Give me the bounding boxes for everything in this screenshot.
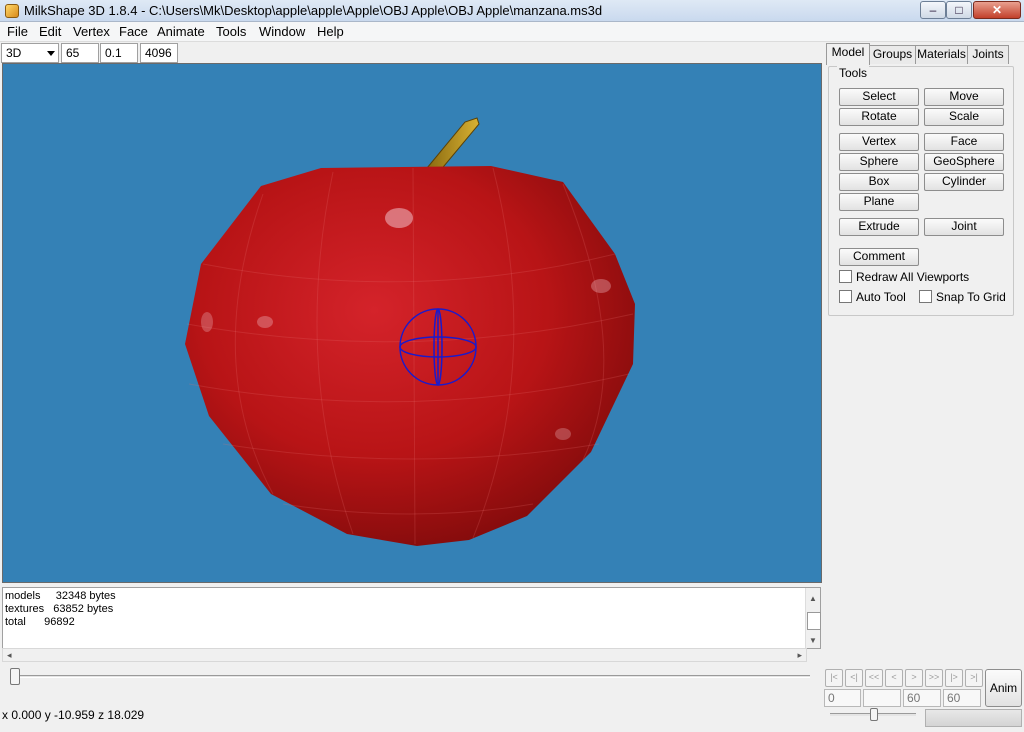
title-bar: MilkShape 3D 1.8.4 - C:\Users\Mk\Desktop…	[0, 0, 1024, 22]
scale-button[interactable]: Scale	[924, 108, 1004, 126]
menu-face[interactable]: Face	[119, 24, 148, 39]
chevron-down-icon	[47, 51, 55, 56]
scroll-right-icon[interactable]: ▸	[797, 650, 802, 661]
close-button[interactable]: ✕	[973, 1, 1021, 19]
timeline-thumb[interactable]	[10, 668, 20, 685]
box-button[interactable]: Box	[839, 173, 919, 191]
highlight-spot	[385, 208, 413, 228]
geosphere-button[interactable]: GeoSphere	[924, 153, 1004, 171]
cylinder-button[interactable]: Cylinder	[924, 173, 1004, 191]
prev-key-button[interactable]: <|	[845, 669, 863, 687]
checkbox-label: Auto Tool	[856, 290, 906, 304]
auto-tool-checkbox[interactable]: Auto Tool	[839, 290, 906, 304]
tab-model[interactable]: Model	[826, 43, 870, 65]
highlight-spot	[201, 312, 213, 332]
menu-edit[interactable]: Edit	[39, 24, 61, 39]
scroll-left-icon[interactable]: ◂	[7, 650, 12, 661]
checkbox-box[interactable]	[839, 290, 852, 303]
log-line: models 32348 bytes	[5, 590, 116, 602]
start-frame-field[interactable]: 0	[824, 689, 861, 707]
app-icon	[5, 4, 19, 18]
menu-bar: File Edit Vertex Face Animate Tools Wind…	[0, 22, 1024, 42]
log-vertical-scrollbar[interactable]: ▲ ▼	[805, 588, 821, 648]
panel-tabs: Model Groups Materials Joints	[825, 43, 1024, 65]
tools-group: Tools Select Move Rotate Scale Vertex Fa…	[828, 66, 1014, 316]
joint-button[interactable]: Joint	[924, 218, 1004, 236]
apple-model	[185, 117, 635, 546]
next-frame-button[interactable]: >	[905, 669, 923, 687]
speed-slider-thumb[interactable]	[870, 708, 878, 721]
select-button[interactable]: Select	[839, 88, 919, 106]
view-mode-value: 3D	[6, 46, 22, 60]
log-horizontal-scrollbar[interactable]: ◂ ▸	[2, 648, 807, 662]
rewind-button[interactable]: <<	[865, 669, 883, 687]
face-button[interactable]: Face	[924, 133, 1004, 151]
menu-window[interactable]: Window	[259, 24, 305, 39]
checkbox-box[interactable]	[839, 270, 852, 283]
status-coordinates: x 0.000 y -10.959 z 18.029	[2, 708, 145, 722]
window-title: MilkShape 3D 1.8.4 - C:\Users\Mk\Desktop…	[24, 3, 603, 18]
prev-frame-button[interactable]: <	[885, 669, 903, 687]
vertex-button[interactable]: Vertex	[839, 133, 919, 151]
menu-tools[interactable]: Tools	[216, 24, 246, 39]
snap-to-grid-checkbox[interactable]: Snap To Grid	[919, 290, 1006, 304]
plane-button[interactable]: Plane	[839, 193, 919, 211]
timeline-slider[interactable]	[2, 667, 820, 689]
near-clip-field[interactable]: 0.1	[100, 43, 138, 63]
scroll-up-icon[interactable]: ▲	[809, 592, 817, 605]
checkbox-label: Snap To Grid	[936, 290, 1006, 304]
fast-forward-button[interactable]: >>	[925, 669, 943, 687]
last-frame-button[interactable]: >|	[965, 669, 983, 687]
total-frames-field[interactable]: 60	[943, 689, 981, 707]
log-panel: models 32348 bytes textures 63852 bytes …	[2, 587, 821, 649]
minimize-button[interactable]: –	[920, 1, 946, 19]
menu-file[interactable]: File	[7, 24, 28, 39]
viewport-toolbar: 3D 65 0.1 4096	[0, 42, 824, 64]
maximize-button[interactable]: □	[946, 1, 972, 19]
highlight-spot	[257, 316, 273, 328]
log-line: textures 63852 bytes	[5, 603, 114, 615]
first-frame-button[interactable]: |<	[825, 669, 843, 687]
tab-groups[interactable]: Groups	[869, 45, 916, 64]
checkbox-box[interactable]	[919, 290, 932, 303]
scroll-down-icon[interactable]: ▼	[809, 634, 817, 647]
tools-legend: Tools	[837, 66, 870, 80]
highlight-spot	[555, 428, 571, 440]
tab-joints[interactable]: Joints	[967, 45, 1009, 64]
rotate-button[interactable]: Rotate	[839, 108, 919, 126]
scroll-thumb[interactable]	[807, 612, 821, 630]
far-clip-field[interactable]: 4096	[140, 43, 178, 63]
anim-button[interactable]: Anim	[985, 669, 1022, 707]
view-mode-select[interactable]: 3D	[1, 43, 59, 63]
comment-button[interactable]: Comment	[839, 248, 919, 266]
menu-vertex[interactable]: Vertex	[73, 24, 110, 39]
sphere-button[interactable]: Sphere	[839, 153, 919, 171]
highlight-spot	[591, 279, 611, 293]
tab-materials[interactable]: Materials	[915, 45, 968, 64]
current-frame-field[interactable]	[863, 689, 901, 707]
log-line: total 96892	[5, 616, 75, 628]
move-button[interactable]: Move	[924, 88, 1004, 106]
viewport-3d[interactable]	[2, 63, 822, 583]
menu-animate[interactable]: Animate	[157, 24, 205, 39]
fov-field[interactable]: 65	[61, 43, 99, 63]
checkbox-label: Redraw All Viewports	[856, 270, 970, 284]
end-frame-field[interactable]: 60	[903, 689, 941, 707]
redraw-all-viewports-checkbox[interactable]: Redraw All Viewports	[839, 270, 969, 284]
menu-help[interactable]: Help	[317, 24, 344, 39]
extrude-button[interactable]: Extrude	[839, 218, 919, 236]
timeline-track	[12, 675, 810, 678]
next-key-button[interactable]: |>	[945, 669, 963, 687]
progress-bar	[925, 709, 1022, 727]
apple-stem	[426, 117, 480, 173]
